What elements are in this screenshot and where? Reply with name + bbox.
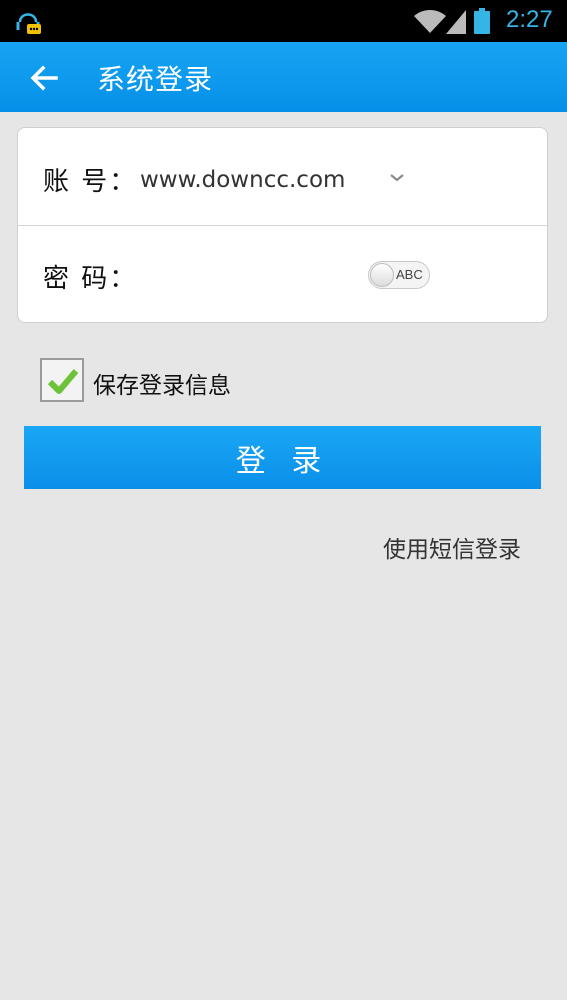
keyboard-abc-toggle[interactable]: ABC [368,261,430,289]
form-divider [18,225,547,226]
status-bar: 2:27 [0,0,567,42]
password-label: 密 码： [43,264,138,294]
sms-login-link[interactable]: 使用短信登录 [383,530,521,564]
account-input[interactable] [140,163,370,197]
toggle-knob [370,263,394,287]
page-title: 系统登录 [97,63,214,96]
checkmark-icon [47,369,79,394]
back-arrow-icon[interactable] [22,58,66,98]
abc-toggle-label: ABC [396,267,423,282]
login-button[interactable]: 登 录 [24,426,541,489]
chevron-down-icon[interactable] [382,166,412,190]
chat-notification-icon [14,6,42,36]
login-form-card: 账 号： 密 码： ABC [17,127,548,323]
save-login-label: 保存登录信息 [93,373,231,399]
battery-icon [474,8,490,34]
save-login-checkbox[interactable] [40,358,84,402]
account-label: 账 号： [43,167,138,197]
password-input[interactable] [140,256,362,292]
title-bar: 系统登录 [0,42,567,112]
status-time: 2:27 [506,6,553,33]
signal-icon [446,10,466,34]
wifi-icon [412,9,448,35]
